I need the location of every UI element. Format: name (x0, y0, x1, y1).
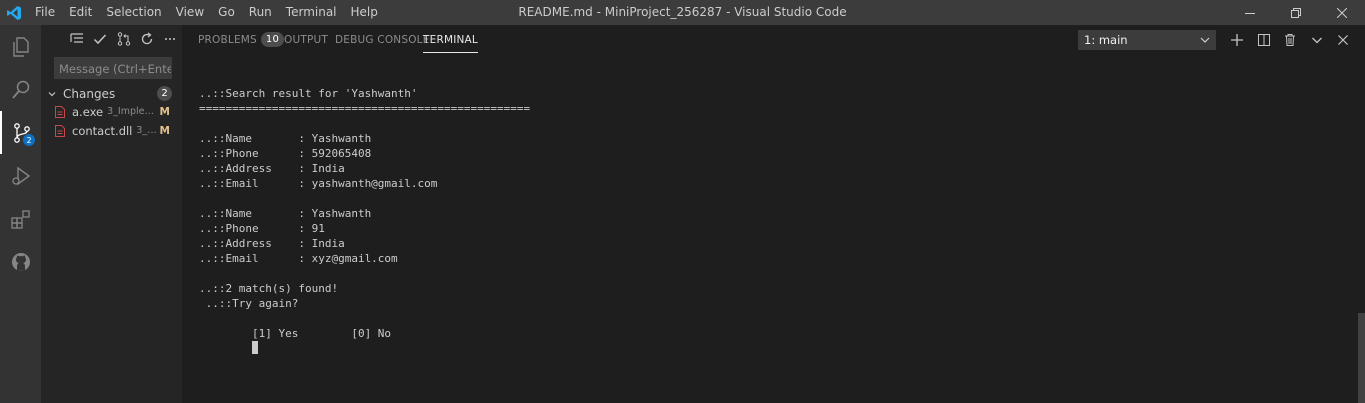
terminal-line: ..::Address : India (199, 162, 345, 175)
chevron-down-icon (1312, 37, 1322, 44)
title-bar: File Edit Selection View Go Run Terminal… (0, 0, 1365, 25)
menu-go[interactable]: Go (211, 0, 242, 25)
terminal-line: ..::Name : Yashwanth (199, 132, 372, 145)
terminal-select[interactable]: 1: main (1078, 30, 1216, 50)
changed-file-row[interactable]: a.exe 3_Impleme... M (41, 102, 182, 121)
menu-run[interactable]: Run (242, 0, 279, 25)
check-icon (94, 34, 107, 45)
tab-problems-label: PROBLEMS (198, 34, 257, 46)
file-path: 3_Impleme... (107, 106, 158, 117)
vscode-logo-icon (0, 0, 28, 25)
terminal-line: ..::2 match(s) found! (199, 282, 339, 295)
maximize-panel-button[interactable] (1307, 30, 1327, 50)
terminal-line: ..::Try again? (199, 297, 299, 310)
files-icon (12, 36, 29, 57)
new-terminal-button[interactable] (1227, 30, 1247, 50)
extensions-icon (10, 209, 30, 229)
chevron-down-icon (41, 89, 63, 99)
scm-toolbar (41, 25, 182, 53)
terminal-line: ..::Address : India (199, 237, 345, 250)
github-icon (11, 252, 30, 271)
list-tree-icon (70, 33, 83, 43)
tab-problems[interactable]: PROBLEMS 10 (198, 25, 285, 55)
file-icon (55, 105, 67, 118)
changes-count-badge: 2 (157, 86, 172, 101)
trash-icon (1285, 34, 1295, 46)
terminal-line: ..::Phone : 592065408 (199, 147, 372, 160)
close-panel-button[interactable] (1333, 30, 1353, 50)
terminal-line: ..::Email : xyz@gmail.com (199, 252, 398, 265)
search-icon (11, 80, 29, 99)
menu-view[interactable]: View (169, 0, 211, 25)
panel-header: PROBLEMS 10 OUTPUT DEBUG CONSOLE TERMINAL… (182, 25, 1365, 55)
search-button[interactable] (0, 68, 41, 111)
menu-file[interactable]: File (28, 0, 62, 25)
run-debug-icon (11, 166, 30, 185)
commit-button[interactable] (88, 25, 111, 53)
tab-terminal[interactable]: TERMINAL (423, 25, 478, 55)
file-status-modified: M (159, 105, 170, 118)
terminal-select-value: 1: main (1084, 33, 1128, 47)
refresh-button[interactable] (135, 25, 158, 53)
tab-output[interactable]: OUTPUT (284, 25, 328, 55)
create-pull-request-button[interactable] (112, 25, 135, 53)
file-path: 3_Im... (136, 125, 158, 136)
menu-selection[interactable]: Selection (99, 0, 168, 25)
close-icon (1337, 7, 1347, 18)
refresh-icon (141, 32, 153, 45)
menu-edit[interactable]: Edit (62, 0, 99, 25)
terminal-line: ..::Search result for 'Yashwanth' (199, 87, 418, 100)
more-actions-button[interactable] (159, 25, 182, 53)
kill-terminal-button[interactable] (1280, 30, 1300, 50)
plus-icon (1231, 34, 1243, 46)
run-debug-button[interactable] (0, 154, 41, 197)
changes-group-header[interactable]: Changes 2 (41, 84, 182, 103)
menu-help[interactable]: Help (344, 0, 385, 25)
source-control-button[interactable]: 2 (0, 111, 41, 154)
tab-debug-console[interactable]: DEBUG CONSOLE (335, 25, 430, 55)
terminal-line: ========================================… (199, 102, 531, 115)
terminal-line: ..::Name : Yashwanth (199, 207, 372, 220)
terminal-output[interactable]: ..::Search result for 'Yashwanth' ======… (199, 86, 1339, 356)
file-name: contact.dll (72, 123, 133, 138)
view-as-tree-button[interactable] (65, 25, 88, 53)
terminal-line: ..::Email : yashwanth@gmail.com (199, 177, 438, 190)
commit-message-input[interactable]: Message (Ctrl+Enter ... (54, 57, 172, 79)
terminal-scrollbar[interactable] (1358, 313, 1365, 403)
file-status-modified: M (159, 124, 170, 137)
changed-file-row[interactable]: contact.dll 3_Im... M (41, 121, 182, 140)
close-window-button[interactable] (1319, 0, 1365, 25)
file-icon (55, 124, 67, 137)
chevron-down-icon (1200, 30, 1210, 56)
file-name: a.exe (72, 104, 104, 119)
terminal-line: [1] Yes [0] No (199, 327, 392, 340)
scm-badge: 2 (23, 134, 35, 146)
minimize-icon (1245, 12, 1255, 14)
problems-count-badge: 10 (260, 32, 285, 47)
restore-icon (1291, 7, 1301, 18)
split-horizontal-icon (1258, 34, 1270, 46)
explorer-button[interactable] (0, 25, 41, 68)
terminal-line: ..::Phone : 91 (199, 222, 325, 235)
source-control-sidebar: Message (Ctrl+Enter ... Changes 2 a.exe … (41, 25, 182, 403)
close-icon (1338, 35, 1348, 45)
ellipsis-icon (165, 38, 176, 40)
extensions-button[interactable] (0, 197, 41, 240)
terminal-cursor-line (199, 341, 1339, 356)
restore-button[interactable] (1273, 0, 1319, 25)
activity-bar: 2 (0, 25, 41, 403)
changes-label: Changes (63, 86, 116, 101)
menu-bar: File Edit Selection View Go Run Terminal… (28, 0, 385, 25)
menu-terminal[interactable]: Terminal (279, 0, 344, 25)
git-pull-request-icon (117, 32, 130, 46)
window-controls (1227, 0, 1365, 25)
minimize-button[interactable] (1227, 0, 1273, 25)
terminal-cursor (251, 341, 258, 354)
split-terminal-button[interactable] (1254, 30, 1274, 50)
github-button[interactable] (0, 240, 41, 283)
